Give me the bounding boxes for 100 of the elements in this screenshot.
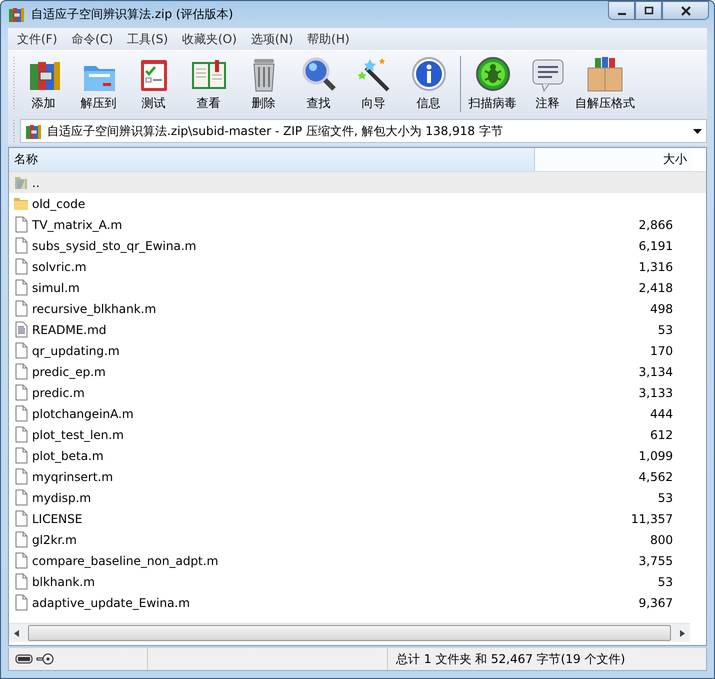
magic-wand-icon: [356, 56, 392, 92]
file-size: 53: [658, 574, 673, 588]
parent-folder-icon: [13, 174, 29, 191]
file-row[interactable]: subs_sysid_sto_qr_Ewina.m 6,191: [9, 235, 706, 256]
toolbar-button[interactable]: 注释: [520, 54, 575, 114]
file-icon: [13, 384, 29, 401]
toolbar-button[interactable]: 向导: [346, 54, 401, 114]
toolbar-button[interactable]: 添加: [16, 54, 71, 114]
file-name: TV_matrix_A.m: [32, 218, 122, 232]
key-icon: [36, 653, 54, 665]
file-name: solvric.m: [32, 260, 86, 274]
file-icon: [13, 405, 29, 422]
status-text: 总计 1 文件夹 和 52,467 字节(19 个文件): [387, 648, 706, 670]
toolbar-button[interactable]: 删除: [236, 54, 291, 114]
horizontal-scrollbar[interactable]: [9, 623, 690, 642]
file-icon: [13, 552, 29, 569]
file-icon: [13, 300, 29, 317]
file-row[interactable]: ..: [9, 172, 706, 193]
magnifier-icon: [300, 56, 336, 92]
file-name: plot_test_len.m: [32, 428, 124, 442]
file-name: myqrinsert.m: [32, 470, 114, 484]
file-row[interactable]: predic_ep.m 3,134: [9, 361, 706, 382]
file-name: compare_baseline_non_adpt.m: [32, 554, 218, 568]
file-icon: [13, 447, 29, 464]
archive-icon: [8, 6, 25, 22]
file-size: 53: [658, 490, 673, 504]
menu-item[interactable]: 命令(C): [64, 30, 120, 48]
file-icon: [13, 279, 29, 296]
file-size: 2,418: [638, 280, 673, 294]
file-name: recursive_blkhank.m: [32, 302, 156, 316]
file-icon: [13, 489, 29, 506]
dropdown-caret-icon: [693, 128, 702, 134]
file-row[interactable]: README.md 53: [9, 319, 706, 340]
file-name: blkhank.m: [32, 574, 95, 588]
scroll-left-arrow-icon: [14, 630, 19, 636]
file-name: predic.m: [32, 386, 85, 400]
column-header[interactable]: 大小: [535, 148, 692, 171]
file-icon: [13, 426, 29, 443]
menu-item[interactable]: 帮助(H): [300, 30, 357, 48]
maximize-button[interactable]: [635, 1, 662, 20]
minimize-button[interactable]: [608, 1, 635, 20]
close-icon: [680, 6, 692, 16]
archive-icon: [25, 123, 41, 139]
file-icon: [13, 573, 29, 590]
file-row[interactable]: gl2kr.m 800: [9, 529, 706, 550]
file-row[interactable]: predic.m 3,133: [9, 382, 706, 403]
file-name: gl2kr.m: [32, 532, 77, 546]
file-size: 6,191: [638, 238, 673, 252]
file-size: 3,755: [638, 554, 673, 568]
menu-item[interactable]: 选项(N): [244, 30, 300, 48]
file-row[interactable]: adaptive_update_Ewina.m 9,367: [9, 592, 706, 613]
file-name: adaptive_update_Ewina.m: [32, 596, 190, 610]
file-size: 800: [650, 532, 673, 546]
menu-item[interactable]: 收藏夹(O): [175, 30, 244, 48]
file-row[interactable]: plotchangeinA.m 444: [9, 403, 706, 424]
file-size: 444: [650, 406, 673, 420]
file-name: subs_sysid_sto_qr_Ewina.m: [32, 238, 196, 252]
file-row[interactable]: TV_matrix_A.m 2,866: [9, 214, 706, 235]
file-row[interactable]: LICENSE 11,357: [9, 508, 706, 529]
bug-icon: [474, 56, 510, 92]
file-size: 1,316: [638, 260, 673, 274]
folder-icon: [13, 195, 29, 212]
file-row[interactable]: simul.m 2,418: [9, 277, 706, 298]
text-file-icon: [13, 321, 29, 338]
file-row[interactable]: old_code: [9, 193, 706, 214]
file-icon: [13, 216, 29, 233]
toolbar-button[interactable]: 扫描病毒: [465, 54, 520, 114]
toolbar-button[interactable]: 信息: [401, 54, 456, 114]
info-icon: [410, 56, 446, 92]
file-size: 11,357: [631, 512, 673, 526]
file-icon: [13, 342, 29, 359]
menu-item[interactable]: 工具(S): [120, 30, 175, 48]
file-size: 3,133: [638, 386, 673, 400]
window-title: 自适应子空间辨识算法.zip (评估版本): [31, 6, 234, 22]
toolbar-button[interactable]: 解压到: [71, 54, 126, 114]
file-row[interactable]: compare_baseline_non_adpt.m 3,755: [9, 550, 706, 571]
toolbar-button[interactable]: 查看: [181, 54, 236, 114]
file-size: 4,562: [638, 470, 673, 484]
file-row[interactable]: plot_test_len.m 612: [9, 424, 706, 445]
column-header[interactable]: 名称: [9, 148, 535, 171]
file-row[interactable]: blkhank.m 53: [9, 571, 706, 592]
file-row[interactable]: plot_beta.m 1,099: [9, 445, 706, 466]
file-row[interactable]: recursive_blkhank.m 498: [9, 298, 706, 319]
file-size: 612: [650, 428, 673, 442]
file-row[interactable]: qr_updating.m 170: [9, 340, 706, 361]
file-icon: [13, 594, 29, 611]
file-name: simul.m: [32, 280, 80, 294]
toolbar-button[interactable]: 测试: [126, 54, 181, 114]
address-field[interactable]: 自适应子空间辨识算法.zip\subid-master - ZIP 压缩文件, 解包大小为 138,918 字节: [20, 119, 707, 143]
file-row[interactable]: solvric.m 1,316: [9, 256, 706, 277]
maximize-icon: [644, 6, 654, 16]
file-row[interactable]: mydisp.m 53: [9, 487, 706, 508]
file-row[interactable]: myqrinsert.m 4,562: [9, 466, 706, 487]
file-icon: [13, 363, 29, 380]
toolbar-button[interactable]: 查找: [291, 54, 346, 114]
drive-icon: [15, 654, 33, 664]
menu-item[interactable]: 文件(F): [10, 30, 64, 48]
file-name: ..: [32, 176, 40, 190]
toolbar-button[interactable]: 自解压格式: [575, 54, 635, 114]
close-button[interactable]: [662, 1, 709, 20]
